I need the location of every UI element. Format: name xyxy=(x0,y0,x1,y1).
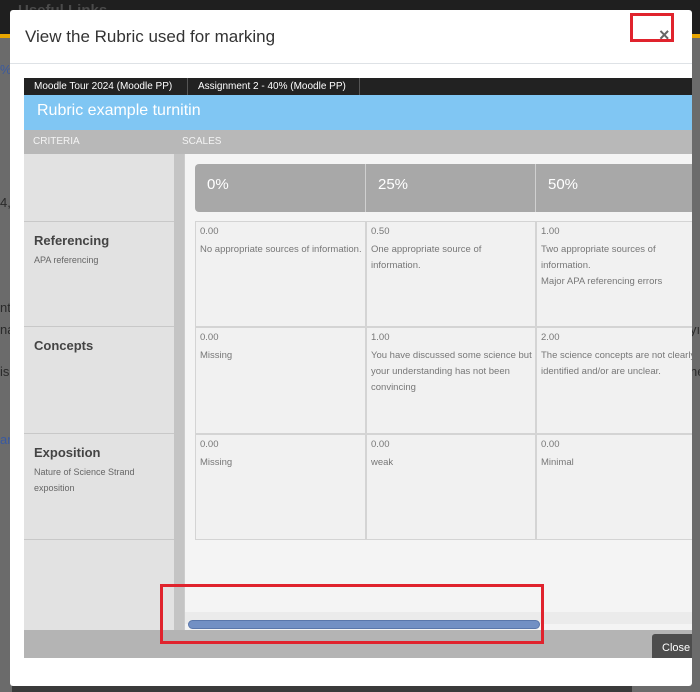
cell-score: 0.00 xyxy=(371,439,390,450)
rubric-cell[interactable]: 0.00 Minimal xyxy=(536,434,692,540)
highlight-close-box xyxy=(630,13,674,42)
cell-score: 0.00 xyxy=(200,332,219,343)
scale-label: 0% xyxy=(207,176,229,193)
criterion-referencing: Referencing APA referencing xyxy=(24,221,174,327)
criterion-name: Referencing xyxy=(34,233,110,248)
criteria-column: Referencing APA referencing Concepts Exp… xyxy=(24,154,174,658)
scale-header-50: 50% xyxy=(536,164,692,212)
cell-description: One appropriate source of information. xyxy=(371,244,482,271)
cell-description: Two appropriate sources of information. … xyxy=(541,244,663,287)
rubric-cell[interactable]: 0.00 Missing xyxy=(195,327,366,434)
criterion-name: Exposition xyxy=(34,445,101,460)
cell-description: Missing xyxy=(200,350,233,361)
cell-description: Minimal xyxy=(541,457,574,468)
cell-score: 0.00 xyxy=(200,439,219,450)
cell-description: Missing xyxy=(200,457,233,468)
cell-description: You have discussed some science but your… xyxy=(371,350,532,393)
scale-label: 25% xyxy=(378,176,409,193)
cell-description: weak xyxy=(371,457,394,468)
scales-area: 0% 25% 50% 0.00 No appropriate sources o… xyxy=(184,154,692,658)
cell-description: The science concepts are not clearly ide… xyxy=(541,350,692,377)
cell-score: 0.50 xyxy=(371,226,390,237)
scale-header-25: 25% xyxy=(366,164,536,212)
rubric-cell[interactable]: 0.00 Missing xyxy=(195,434,366,540)
cell-score: 2.00 xyxy=(541,332,560,343)
rubric-cell[interactable]: 0.00 No appropriate sources of informati… xyxy=(195,221,366,327)
tab-assignment[interactable]: Assignment 2 - 40% (Moodle PP) xyxy=(188,78,360,95)
rubric-title: Rubric example turnitin xyxy=(37,102,201,119)
criterion-name: Concepts xyxy=(34,338,94,353)
rubric-header: Rubric example turnitin xyxy=(24,95,692,130)
rubric-cell[interactable]: 1.00 Two appropriate sources of informat… xyxy=(536,221,692,327)
breadcrumb-tabs: Moodle Tour 2024 (Moodle PP) Assignment … xyxy=(24,78,692,95)
rubric-cell[interactable]: 0.50 One appropriate source of informati… xyxy=(366,221,536,327)
modal-title: View the Rubric used for marking xyxy=(25,27,276,46)
modal-header: View the Rubric used for marking × xyxy=(10,10,692,64)
criterion-description: Nature of Science Strand exposition xyxy=(34,467,135,493)
cell-score: 1.00 xyxy=(371,332,390,343)
cell-score: 0.00 xyxy=(541,439,560,450)
column-header-row: CRITERIA SCALES xyxy=(24,130,692,154)
modal-body: Moodle Tour 2024 (Moodle PP) Assignment … xyxy=(24,78,692,658)
close-button[interactable]: Close xyxy=(652,634,692,658)
rubric-cell[interactable]: 2.00 The science concepts are not clearl… xyxy=(536,327,692,434)
scale-label: 50% xyxy=(548,176,579,193)
cell-description: No appropriate sources of information. xyxy=(200,244,362,255)
scales-column-header: SCALES xyxy=(182,136,222,147)
column-divider xyxy=(174,154,184,658)
background-fragment: is xyxy=(0,364,10,379)
highlight-scrollbar-box xyxy=(160,584,544,644)
criterion-concepts: Concepts xyxy=(24,327,174,434)
rubric-cell[interactable]: 1.00 You have discussed some science but… xyxy=(366,327,536,434)
rubric-cell[interactable]: 0.00 weak xyxy=(366,434,536,540)
tab-course[interactable]: Moodle Tour 2024 (Moodle PP) xyxy=(24,78,188,95)
cell-score: 1.00 xyxy=(541,226,560,237)
criterion-description: APA referencing xyxy=(34,255,99,265)
criteria-column-header: CRITERIA xyxy=(33,136,80,147)
criterion-exposition: Exposition Nature of Science Strand expo… xyxy=(24,434,174,540)
cell-score: 0.00 xyxy=(200,226,219,237)
scale-header-0: 0% xyxy=(195,164,366,212)
